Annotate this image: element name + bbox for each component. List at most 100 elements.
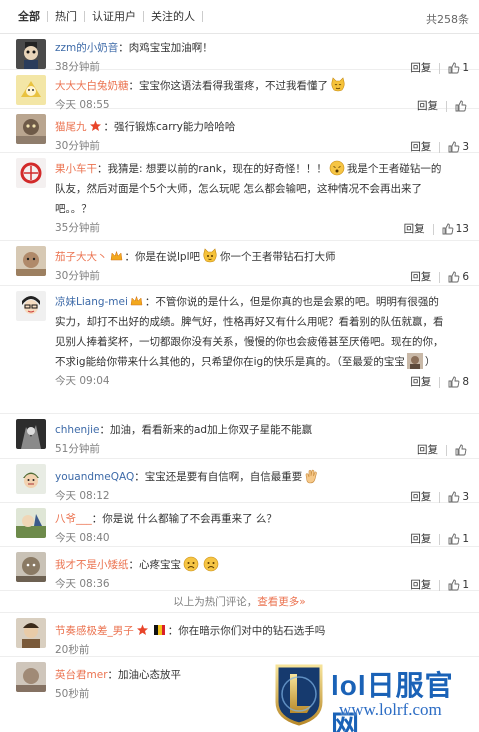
like-button[interactable]: 1 <box>448 576 469 594</box>
like-count: 13 <box>455 223 469 235</box>
avatar[interactable] <box>16 464 46 494</box>
comment-time: 50秒前 <box>55 688 90 700</box>
reply-button[interactable]: 回复 <box>417 441 438 459</box>
comment-item: 大大大白兔奶糖：宝宝你这语法看得我蛋疼，不过我看懂了 今天 08:55 回复 <box>0 70 479 112</box>
like-button[interactable]: 8 <box>448 373 469 391</box>
comment-item: 八爷___：你是说 什么都输了不会再重来了 么？ 今天 08:40 回复 1 <box>0 503 479 547</box>
like-count: 6 <box>462 271 469 283</box>
avatar[interactable] <box>16 114 46 144</box>
avatar[interactable] <box>16 618 46 648</box>
comment-username[interactable]: 茄子大大丶 <box>55 251 108 263</box>
like-button[interactable]: 6 <box>448 268 469 286</box>
reply-button[interactable]: 回复 <box>410 373 431 391</box>
hot-comments-notice: 以上为热门评论， <box>173 596 258 608</box>
comment-text: 我猜是: 想要以前的rank，现在的好奇怪！！！ <box>107 163 327 175</box>
comment-username[interactable]: 果小车干 <box>55 163 97 175</box>
comment-time: 今天 09:04 <box>55 375 110 387</box>
reply-button[interactable]: 回复 <box>410 268 431 286</box>
comment-text: 加油心态放平 <box>118 669 182 681</box>
tab-following[interactable]: 关注的人 <box>144 11 203 22</box>
like-button[interactable]: 1 <box>448 530 469 548</box>
avatar[interactable] <box>16 75 46 105</box>
crown-badge-icon <box>110 250 123 262</box>
comment-username[interactable]: 八爷___ <box>55 513 92 525</box>
like-count: 1 <box>462 533 469 545</box>
star-badge-icon <box>136 624 149 636</box>
comment-text: 宝宝还是要有自信啊，自信最重要 <box>144 471 303 483</box>
comment-time: 今天 08:36 <box>55 578 110 590</box>
comment-item: 节奏感极差_男子 ：你在暗示你们对中的钻石选手吗 20秒前 <box>0 613 479 657</box>
thumbs-up-icon <box>448 376 460 388</box>
view-more-link[interactable]: 查看更多» <box>257 596 305 608</box>
like-count: 1 <box>462 579 469 591</box>
comment-username[interactable]: 节奏感极差_男子 <box>55 625 134 637</box>
comment-text: 宝宝你这语法看得我蛋疼，不过我看懂了 <box>139 80 328 92</box>
crown-badge-icon <box>130 295 143 307</box>
comment-item: 我才不是小矮纸：心疼宝宝 今天 08:36 回复 1 <box>0 547 479 591</box>
tab-hot[interactable]: 热门 <box>48 11 85 22</box>
avatar[interactable] <box>16 158 46 188</box>
comment-username[interactable]: zzm的小奶音 <box>55 42 118 54</box>
divider <box>439 491 441 503</box>
comment-time: 今天 08:40 <box>55 532 110 544</box>
thumbs-up-icon <box>448 579 460 591</box>
comment-item: chhenjie：加油，看看新来的ad加上你双子星能不能赢 51分钟前 回复 <box>0 414 479 459</box>
comment-username[interactable]: 大大大白兔奶糖 <box>55 80 129 92</box>
avatar[interactable] <box>16 662 46 692</box>
comment-item: 猫尾九 ：强行锻炼carry能力哈哈哈 30分钟前 回复 3 <box>0 109 479 153</box>
avatar[interactable] <box>16 246 46 276</box>
divider <box>439 579 441 591</box>
divider <box>439 376 441 388</box>
thumbs-up-icon <box>448 271 460 283</box>
avatar[interactable] <box>16 508 46 538</box>
comment-text-continued: ） <box>424 356 436 368</box>
clapping-hands-emoji-icon <box>304 468 320 484</box>
divider <box>432 223 434 235</box>
watermark-title: lol日服官网 <box>331 670 454 732</box>
comment-item: 茄子大大丶 ：你是在说lpl吧 你一个王者带钻石打大师 30分钟前 回复 6 <box>0 241 479 286</box>
site-watermark: lol日服官网 www.lolrf.com <box>273 662 473 732</box>
cat-emoji-icon <box>202 248 218 264</box>
comment-username[interactable]: 我才不是小矮纸 <box>55 559 129 571</box>
comment-username[interactable]: 英台君mer <box>55 669 108 681</box>
star-badge-icon <box>89 120 102 132</box>
comment-text: 你是在说lpl吧 <box>135 251 200 263</box>
like-count: 8 <box>462 376 469 388</box>
comment-time: 30分钟前 <box>55 270 100 282</box>
avatar[interactable] <box>16 39 46 69</box>
divider <box>439 533 441 545</box>
comment-text: 强行锻炼carry能力哈哈哈 <box>114 121 236 133</box>
tab-all[interactable]: 全部 <box>8 11 48 22</box>
comment-username[interactable]: 凉妹Liang-mei <box>55 296 128 308</box>
tab-verified-users[interactable]: 认证用户 <box>85 11 144 22</box>
comment-item: youandmeQAQ：宝宝还是要有自信啊，自信最重要 今天 08:12 回复 … <box>0 459 479 503</box>
comment-total-count: 共258条 <box>426 13 469 26</box>
thumbs-up-icon <box>442 223 453 235</box>
reply-button[interactable]: 回复 <box>410 576 431 594</box>
comment-username[interactable]: chhenjie <box>55 424 100 436</box>
comment-text: 你是说 什么都输了不会再重来了 么？ <box>102 513 277 525</box>
avatar[interactable] <box>16 419 46 449</box>
divider <box>446 444 447 456</box>
league-of-legends-logo-icon <box>275 664 323 726</box>
reply-button[interactable]: 回复 <box>410 530 431 548</box>
comment-item: 果小车干：我猜是: 想要以前的rank，现在的好奇怪！！！ 我是个王者碰钻一的队友… <box>0 153 479 241</box>
comment-text: 肉鸡宝宝加油啊！ <box>128 42 213 54</box>
avatar[interactable] <box>16 552 46 582</box>
watermark-url: www.lolrf.com <box>339 700 442 719</box>
comment-username[interactable]: youandmeQAQ <box>55 471 134 483</box>
thumbs-up-icon <box>448 491 460 503</box>
avatar[interactable] <box>16 291 46 321</box>
comment-item: zzm的小奶音：肉鸡宝宝加油啊！ 38分钟前 回复 1 <box>0 34 479 74</box>
like-button[interactable]: 13 <box>442 220 469 238</box>
divider <box>439 141 441 153</box>
reply-button[interactable]: 回复 <box>404 220 425 238</box>
thumbs-up-icon <box>448 533 460 545</box>
sad-face-emoji-icon <box>203 556 219 572</box>
like-button[interactable] <box>455 444 469 456</box>
comment-username[interactable]: 猫尾九 <box>55 121 87 133</box>
divider <box>439 271 441 283</box>
flag-badge-icon <box>153 624 166 636</box>
cat-smile-emoji-icon <box>330 77 346 93</box>
thumbs-up-icon <box>455 444 467 456</box>
